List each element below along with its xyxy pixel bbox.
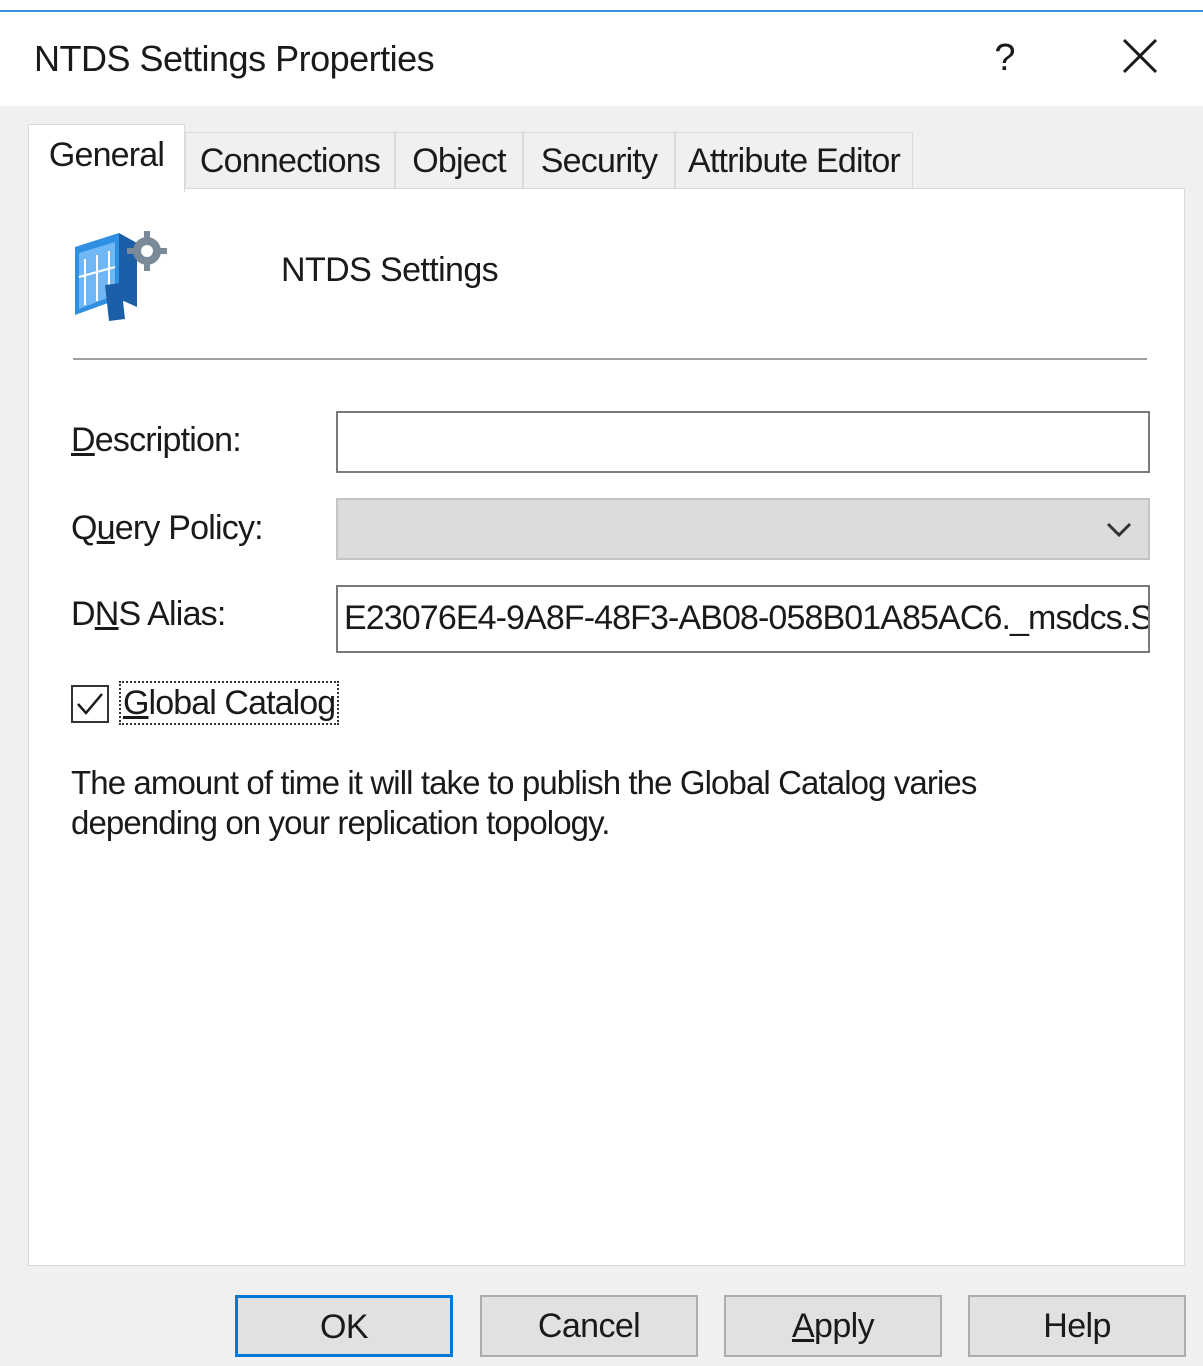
description-input[interactable]	[336, 411, 1150, 473]
dns-alias-field[interactable]: E23076E4-9A8F-48F3-AB08-058B01A85AC6._ms…	[336, 585, 1150, 653]
global-catalog-label-mnemonic: G	[123, 684, 149, 722]
query-policy-label-mnemonic: u	[96, 509, 116, 547]
close-icon	[1122, 38, 1158, 74]
description-label: Description:	[71, 421, 242, 460]
cancel-button[interactable]: Cancel	[480, 1295, 698, 1357]
general-tab-panel: NTDS Settings Description: Query Policy:…	[28, 188, 1185, 1266]
dns-alias-label-text: S Alias:	[118, 595, 227, 633]
description-label-text: escription:	[94, 421, 242, 459]
apply-button-text: pply	[814, 1307, 875, 1345]
help-button[interactable]: Help	[968, 1295, 1186, 1357]
dns-alias-label-pre: D	[71, 595, 96, 633]
title-bar[interactable]: NTDS Settings Properties ?	[0, 12, 1203, 106]
apply-button[interactable]: Apply	[724, 1295, 942, 1357]
tab-connections[interactable]: Connections	[185, 132, 395, 188]
tab-attribute-editor[interactable]: Attribute Editor	[675, 132, 913, 188]
help-title-button[interactable]: ?	[975, 28, 1035, 88]
info-text-line-2: depending on your replication topology.	[71, 804, 610, 841]
ntds-settings-icon	[69, 225, 173, 325]
global-catalog-checkbox[interactable]	[71, 685, 109, 723]
global-catalog-label[interactable]: Global Catalog	[119, 681, 340, 725]
checkmark-icon	[77, 693, 103, 715]
dns-alias-label-mnemonic: N	[94, 595, 120, 633]
description-label-mnemonic: D	[71, 421, 96, 459]
global-catalog-label-text: lobal Catalog	[148, 684, 337, 722]
info-text-line-1: The amount of time it will take to publi…	[71, 764, 977, 801]
dns-alias-label: DNS Alias:	[71, 595, 226, 634]
tab-general[interactable]: General	[28, 124, 185, 192]
query-policy-label-pre: Q	[71, 509, 97, 547]
window-title: NTDS Settings Properties	[34, 38, 435, 79]
window-top-border	[0, 0, 1203, 12]
separator	[73, 358, 1147, 360]
apply-button-mnemonic: A	[791, 1307, 815, 1345]
ok-button[interactable]: OK	[235, 1295, 453, 1357]
query-policy-dropdown[interactable]	[336, 498, 1150, 560]
tab-security[interactable]: Security	[523, 132, 675, 188]
tab-object[interactable]: Object	[395, 132, 523, 188]
info-text: The amount of time it will take to publi…	[71, 763, 1071, 843]
chevron-down-icon	[1106, 522, 1132, 538]
query-policy-label: Query Policy:	[71, 509, 264, 548]
object-name: NTDS Settings	[281, 251, 499, 289]
close-button[interactable]	[1108, 28, 1172, 88]
properties-dialog: NTDS Settings Properties ? General Conne…	[0, 0, 1203, 1366]
query-policy-label-text: ery Policy:	[114, 509, 264, 547]
